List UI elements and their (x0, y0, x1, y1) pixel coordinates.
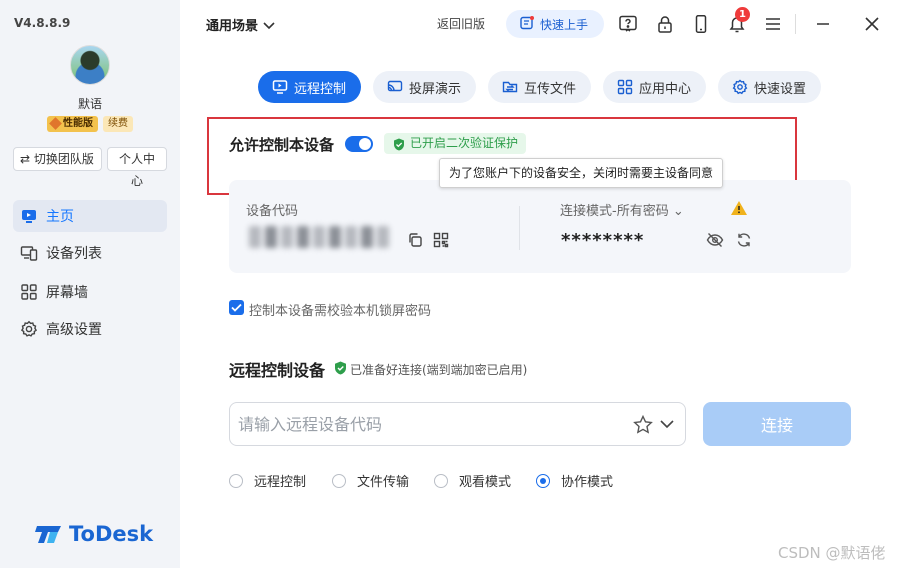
tab-screen-cast[interactable]: 投屏演示 (373, 71, 476, 103)
tab-app-center[interactable]: 应用中心 (603, 71, 706, 103)
refresh-icon[interactable] (736, 232, 752, 252)
folder-transfer-icon (502, 79, 518, 95)
brand-logo: ToDesk (35, 522, 153, 546)
settings-icon (732, 79, 748, 95)
scene-dropdown[interactable]: 通用场景 (206, 15, 275, 34)
devices-icon (20, 244, 38, 262)
sidebar-item-home[interactable]: 主页 (13, 200, 167, 232)
switch-team-button[interactable]: ⇄ 切换团队版 (13, 147, 102, 171)
connection-status: 已准备好连接(端到端加密已启用) (350, 363, 528, 377)
remote-code-field (229, 402, 686, 446)
minimize-icon[interactable] (812, 13, 834, 35)
apps-icon (617, 79, 633, 95)
top-bar: 通用场景 返回旧版 快速上手 1 (180, 0, 900, 48)
shield-check-icon (334, 361, 347, 379)
sidebar-item-advanced-settings[interactable]: 高级设置 (13, 313, 167, 345)
twofa-badge: 已开启二次验证保护 (384, 133, 527, 154)
lock-password-label: 控制本设备需校验本机锁屏密码 (249, 304, 432, 319)
renew-button[interactable]: 续费 (103, 116, 133, 132)
book-icon (520, 15, 534, 33)
sidebar-item-label: 高级设置 (46, 322, 102, 338)
grid-icon (20, 283, 38, 301)
shield-check-icon (393, 137, 405, 158)
warning-icon[interactable] (730, 200, 748, 220)
home-icon (20, 207, 38, 225)
lock-password-checkbox[interactable] (229, 300, 244, 315)
help-icon[interactable] (617, 13, 639, 35)
sidebar-item-label: 设备列表 (46, 246, 102, 262)
check-icon (231, 303, 242, 312)
watermark: CSDN @默语佬 (778, 544, 886, 562)
allow-control-toggle[interactable] (345, 136, 373, 152)
radio-file-transfer[interactable]: 文件传输 (332, 471, 409, 490)
tooltip: 为了您账户下的设备安全，关闭时需要主设备同意 (439, 158, 724, 188)
radio-remote-control[interactable]: 远程控制 (229, 471, 306, 490)
sidebar-item-label: 屏幕墙 (46, 285, 88, 301)
vip-badge: 性能版 (47, 116, 98, 132)
device-info-card: 设备代码 连接模式-所有密码 ⌄ ******** (229, 180, 851, 273)
sidebar-item-label: 主页 (46, 209, 74, 225)
divider (795, 14, 796, 34)
eye-off-icon[interactable] (706, 232, 724, 252)
phone-icon[interactable] (690, 13, 712, 35)
gear-icon (20, 320, 38, 338)
copy-icon[interactable] (407, 232, 423, 252)
quick-start-button[interactable]: 快速上手 (506, 10, 604, 38)
notification-count-badge: 1 (735, 7, 750, 22)
diamond-icon (49, 117, 62, 130)
sidebar-item-screen-wall[interactable]: 屏幕墙 (13, 276, 167, 308)
remote-control-title: 远程控制设备 (229, 361, 326, 380)
lock-icon[interactable] (654, 13, 676, 35)
tab-file-transfer[interactable]: 互传文件 (488, 71, 591, 103)
connect-button[interactable]: 连接 (703, 402, 851, 446)
chevron-down-icon[interactable] (659, 416, 675, 436)
remote-code-input[interactable] (238, 403, 618, 445)
allow-control-label: 允许控制本设备 (229, 136, 335, 154)
divider (519, 206, 520, 250)
old-version-link[interactable]: 返回旧版 (437, 15, 485, 32)
device-code-value (249, 226, 389, 248)
feature-tabs: 远程控制 投屏演示 互传文件 应用中心 快速设置 (0, 71, 900, 103)
radio-view-mode[interactable]: 观看模式 (434, 471, 511, 490)
radio-collab-mode[interactable]: 协作模式 (536, 471, 613, 490)
device-password: ******** (561, 230, 645, 251)
todesk-logo-icon (35, 526, 61, 543)
personal-center-button[interactable]: 个人中心 (107, 147, 167, 188)
tab-quick-settings[interactable]: 快速设置 (718, 71, 821, 103)
cast-icon (387, 79, 403, 95)
qrcode-icon[interactable] (433, 232, 449, 252)
app-version: V4.8.8.9 (14, 16, 71, 30)
chevron-down-icon (262, 22, 275, 30)
menu-icon[interactable] (762, 13, 784, 35)
sidebar-item-devices[interactable]: 设备列表 (13, 237, 167, 269)
close-icon[interactable] (861, 13, 883, 35)
device-code-label: 设备代码 (246, 204, 299, 219)
star-icon[interactable] (633, 414, 653, 438)
connection-mode-dropdown[interactable]: 连接模式-所有密码 ⌄ (560, 200, 684, 219)
tab-remote-control[interactable]: 远程控制 (258, 71, 361, 103)
monitor-icon (272, 79, 288, 95)
